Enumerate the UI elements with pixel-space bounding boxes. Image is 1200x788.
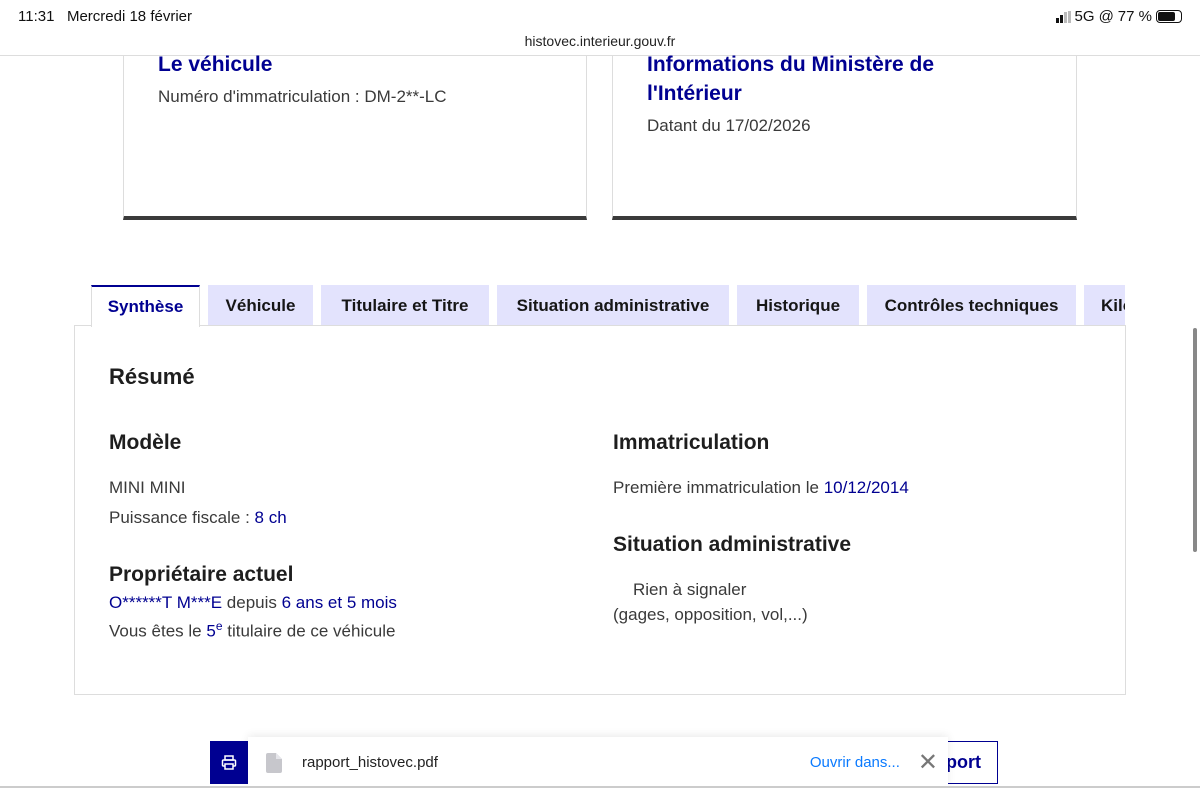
tab-controles[interactable]: Contrôles techniques bbox=[867, 285, 1076, 326]
tab-titulaire[interactable]: Titulaire et Titre bbox=[321, 285, 489, 326]
signal-icon bbox=[1055, 10, 1071, 23]
admin-heading: Situation administrative bbox=[613, 533, 852, 556]
download-filename: rapport_histovec.pdf bbox=[302, 754, 438, 771]
owner-info: O******T M***E depuis 6 ans et 5 mois bbox=[109, 593, 397, 612]
plate-number: Numéro d'immatriculation : DM-2**-LC bbox=[158, 87, 447, 106]
tab-vehicule[interactable]: Véhicule bbox=[208, 285, 313, 326]
status-indicators: 5G @77 % bbox=[1055, 8, 1182, 25]
model-name: MINI MINI bbox=[109, 478, 186, 497]
vehicle-card: Le véhicule Numéro d'immatriculation : D… bbox=[123, 53, 587, 220]
tab-synthese[interactable]: Synthèse bbox=[91, 285, 200, 327]
ministry-card: Informations du Ministère de l'Intérieur… bbox=[612, 53, 1077, 220]
registration-heading: Immatriculation bbox=[613, 431, 770, 454]
file-icon bbox=[266, 752, 282, 773]
open-in-link[interactable]: Ouvrir dans... bbox=[810, 754, 900, 771]
model-heading: Modèle bbox=[109, 431, 182, 454]
first-registration: Première immatriculation le 10/12/2014 bbox=[613, 478, 909, 497]
scrollbar[interactable] bbox=[1193, 328, 1197, 552]
battery-icon bbox=[1156, 10, 1182, 23]
print-button[interactable] bbox=[210, 741, 248, 784]
admin-detail: (gages, opposition, vol,...) bbox=[613, 605, 808, 624]
printer-icon bbox=[221, 754, 237, 770]
vehicle-card-title: Le véhicule bbox=[158, 53, 273, 76]
summary-title: Résumé bbox=[109, 364, 195, 389]
fiscal-power: Puissance fiscale : 8 ch bbox=[109, 508, 287, 527]
admin-status: Rien à signaler bbox=[633, 580, 747, 599]
status-time: 11:31 Mercredi 18 février bbox=[18, 8, 192, 25]
tab-kilometrage[interactable]: Kilométrage bbox=[1084, 285, 1125, 326]
data-date: Datant du 17/02/2026 bbox=[647, 116, 811, 135]
tab-situation[interactable]: Situation administrative bbox=[497, 285, 729, 326]
download-bar: rapport_histovec.pdf Ouvrir dans... ✕ bbox=[248, 737, 948, 788]
ministry-card-title: Informations du Ministère de l'Intérieur bbox=[647, 53, 935, 105]
owner-heading: Propriétaire actuel bbox=[109, 563, 294, 586]
owner-rank: Vous êtes le 5e titulaire de ce véhicule bbox=[109, 619, 396, 641]
close-icon[interactable]: ✕ bbox=[918, 750, 938, 775]
vpn-icon: @ bbox=[1098, 8, 1114, 25]
tab-historique[interactable]: Historique bbox=[737, 285, 859, 326]
url-bar[interactable]: histovec.interieur.gouv.fr bbox=[0, 33, 1200, 49]
